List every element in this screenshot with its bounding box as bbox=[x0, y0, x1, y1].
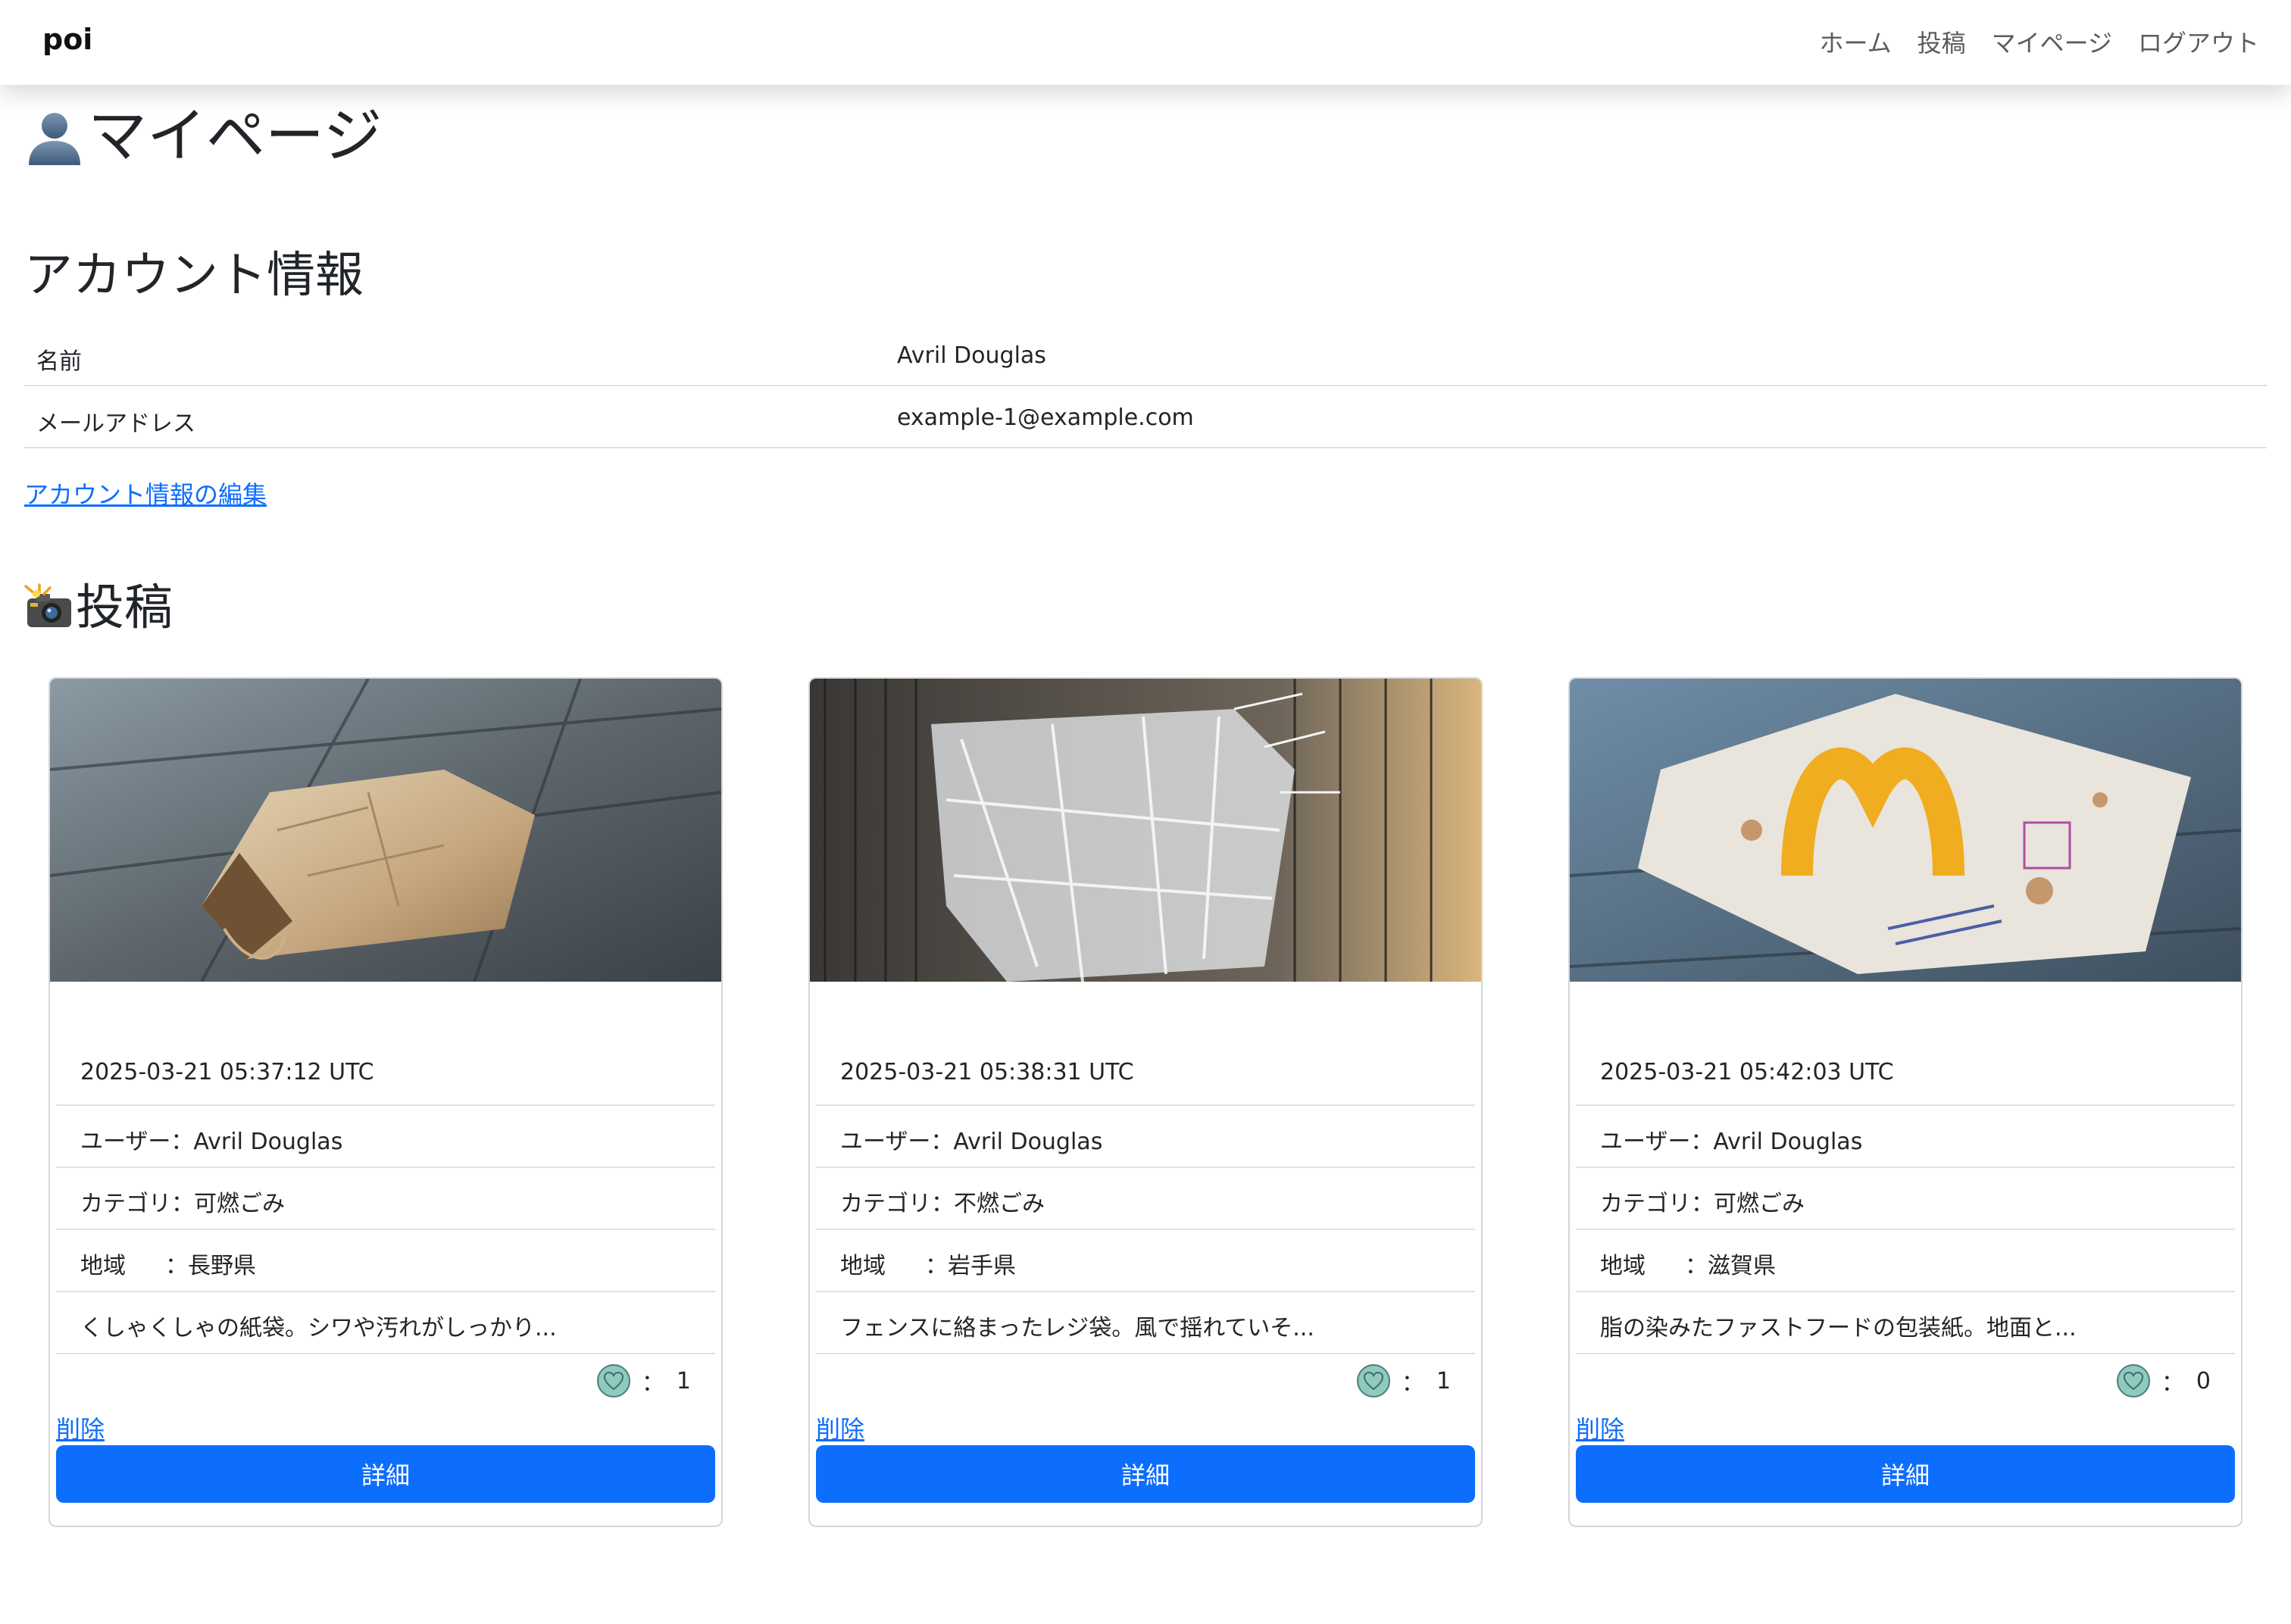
post-category: 可燃ごみ bbox=[194, 1191, 285, 1217]
like-separator: ： bbox=[1401, 1370, 1424, 1397]
camera-flash-icon bbox=[24, 583, 71, 627]
like-count: 1 bbox=[676, 1367, 691, 1394]
post-region-row: 地域 ：岩手県 bbox=[816, 1229, 1475, 1291]
post-description-row: くしゃくしゃの紙袋。シワや汚れがしっかり... bbox=[56, 1291, 715, 1353]
region-label: 地域 bbox=[840, 1253, 886, 1279]
post-date: 2025-03-21 05:37:12 UTC bbox=[80, 1059, 374, 1085]
edit-account-link[interactable]: アカウント情報の編集 bbox=[24, 476, 267, 511]
post-user: Avril Douglas bbox=[1713, 1129, 1863, 1155]
nav-link-mypage[interactable]: マイページ bbox=[1992, 24, 2112, 59]
heart-like-icon[interactable] bbox=[1356, 1363, 1391, 1398]
post-image-plastic-bag[interactable] bbox=[810, 679, 1481, 982]
posts-heading: 投稿 bbox=[24, 583, 173, 633]
nav-link-logout[interactable]: ログアウト bbox=[2138, 24, 2259, 59]
region-label: 地域 bbox=[80, 1253, 126, 1279]
region-separator: ： bbox=[925, 1253, 948, 1279]
post-category-row: カテゴリ：可燃ごみ bbox=[56, 1166, 715, 1229]
post-like-row: ： 1 bbox=[56, 1353, 715, 1404]
account-label-name: 名前 bbox=[36, 348, 82, 375]
post-description: 脂の染みたファストフードの包装紙。地面と... bbox=[1600, 1315, 2077, 1341]
account-table: 名前 Avril Douglas メールアドレス example-1@examp… bbox=[24, 324, 2267, 448]
post-user: Avril Douglas bbox=[953, 1129, 1103, 1155]
post-date: 2025-03-21 05:38:31 UTC bbox=[840, 1059, 1134, 1085]
region-separator: ： bbox=[1685, 1253, 1708, 1279]
category-label: カテゴリ： bbox=[840, 1191, 954, 1217]
brand-logo[interactable]: poi bbox=[42, 23, 92, 56]
post-region-row: 地域 ：滋賀県 bbox=[1576, 1229, 2235, 1291]
post-user-row: ユーザー：Avril Douglas bbox=[816, 1104, 1475, 1166]
user-label: ユーザー： bbox=[80, 1129, 194, 1155]
nav-link-post[interactable]: 投稿 bbox=[1918, 24, 1966, 59]
post-category-row: カテゴリ：可燃ごみ bbox=[1576, 1166, 2235, 1229]
post-description-row: フェンスに絡まったレジ袋。風で揺れていそ... bbox=[816, 1291, 1475, 1353]
account-value-name: Avril Douglas bbox=[897, 342, 1046, 369]
account-value-email: example-1@example.com bbox=[897, 404, 1194, 431]
heart-like-icon[interactable] bbox=[2116, 1363, 2151, 1398]
detail-button[interactable]: 詳細 bbox=[816, 1445, 1475, 1503]
post-image-fast-food-wrapper[interactable] bbox=[1570, 679, 2241, 982]
like-count: 0 bbox=[2196, 1367, 2211, 1394]
posts-heading-text: 投稿 bbox=[76, 580, 173, 636]
post-card: 2025-03-21 05:42:03 UTC ユーザー：Avril Dougl… bbox=[1568, 677, 2243, 1527]
delete-post-link[interactable]: 削除 bbox=[816, 1410, 864, 1445]
post-description: フェンスに絡まったレジ袋。風で揺れていそ... bbox=[840, 1315, 1314, 1341]
post-like-row: ： 0 bbox=[1576, 1353, 2235, 1404]
post-card: 2025-03-21 05:38:31 UTC ユーザー：Avril Dougl… bbox=[808, 677, 1483, 1527]
detail-button[interactable]: 詳細 bbox=[56, 1445, 715, 1503]
region-label: 地域 bbox=[1600, 1253, 1646, 1279]
delete-post-link[interactable]: 削除 bbox=[1576, 1410, 1624, 1445]
post-user: Avril Douglas bbox=[193, 1129, 343, 1155]
post-card: 2025-03-21 05:37:12 UTC ユーザー：Avril Dougl… bbox=[48, 677, 723, 1527]
post-user-row: ユーザー：Avril Douglas bbox=[1576, 1104, 2235, 1166]
post-date: 2025-03-21 05:42:03 UTC bbox=[1600, 1059, 1894, 1085]
post-region-row: 地域 ：長野県 bbox=[56, 1229, 715, 1291]
post-user-row: ユーザー：Avril Douglas bbox=[56, 1104, 715, 1166]
post-image-paper-bag[interactable] bbox=[50, 679, 721, 982]
post-like-row: ： 1 bbox=[816, 1353, 1475, 1404]
like-separator: ： bbox=[641, 1370, 664, 1397]
category-label: カテゴリ： bbox=[80, 1191, 194, 1217]
like-count: 1 bbox=[1436, 1367, 1451, 1394]
account-row-email: メールアドレス example-1@example.com bbox=[24, 386, 2267, 448]
user-label: ユーザー： bbox=[840, 1129, 954, 1155]
post-details-list: ユーザー：Avril Douglas カテゴリ：不燃ごみ 地域 ：岩手県 フェンス… bbox=[816, 1104, 1475, 1404]
post-region: 長野県 bbox=[188, 1253, 256, 1279]
post-region: 岩手県 bbox=[948, 1253, 1016, 1279]
detail-button[interactable]: 詳細 bbox=[1576, 1445, 2235, 1503]
nav-links: ホーム 投稿 マイページ ログアウト bbox=[1820, 24, 2259, 59]
post-category-row: カテゴリ：不燃ごみ bbox=[816, 1166, 1475, 1229]
page-title-text: マイページ bbox=[88, 102, 383, 170]
like-separator: ： bbox=[2161, 1370, 2184, 1397]
person-silhouette-icon bbox=[29, 113, 80, 165]
user-label: ユーザー： bbox=[1600, 1129, 1714, 1155]
delete-post-link[interactable]: 削除 bbox=[56, 1410, 105, 1445]
region-separator: ： bbox=[165, 1253, 188, 1279]
account-heading: アカウント情報 bbox=[24, 248, 364, 304]
account-row-name: 名前 Avril Douglas bbox=[24, 324, 2267, 386]
post-description: くしゃくしゃの紙袋。シワや汚れがしっかり... bbox=[80, 1315, 557, 1341]
post-category: 可燃ごみ bbox=[1714, 1191, 1805, 1217]
heart-like-icon[interactable] bbox=[596, 1363, 631, 1398]
post-category: 不燃ごみ bbox=[954, 1191, 1045, 1217]
category-label: カテゴリ： bbox=[1600, 1191, 1714, 1217]
page-title: マイページ bbox=[24, 106, 382, 167]
post-description-row: 脂の染みたファストフードの包装紙。地面と... bbox=[1576, 1291, 2235, 1353]
account-label-email: メールアドレス bbox=[36, 411, 195, 437]
navbar: poi ホーム 投稿 マイページ ログアウト bbox=[0, 0, 2291, 85]
post-details-list: ユーザー：Avril Douglas カテゴリ：可燃ごみ 地域 ：長野県 くしゃく… bbox=[56, 1104, 715, 1404]
nav-link-home[interactable]: ホーム bbox=[1820, 24, 1892, 59]
post-details-list: ユーザー：Avril Douglas カテゴリ：可燃ごみ 地域 ：滋賀県 脂の染み… bbox=[1576, 1104, 2235, 1404]
post-region: 滋賀県 bbox=[1708, 1253, 1776, 1279]
